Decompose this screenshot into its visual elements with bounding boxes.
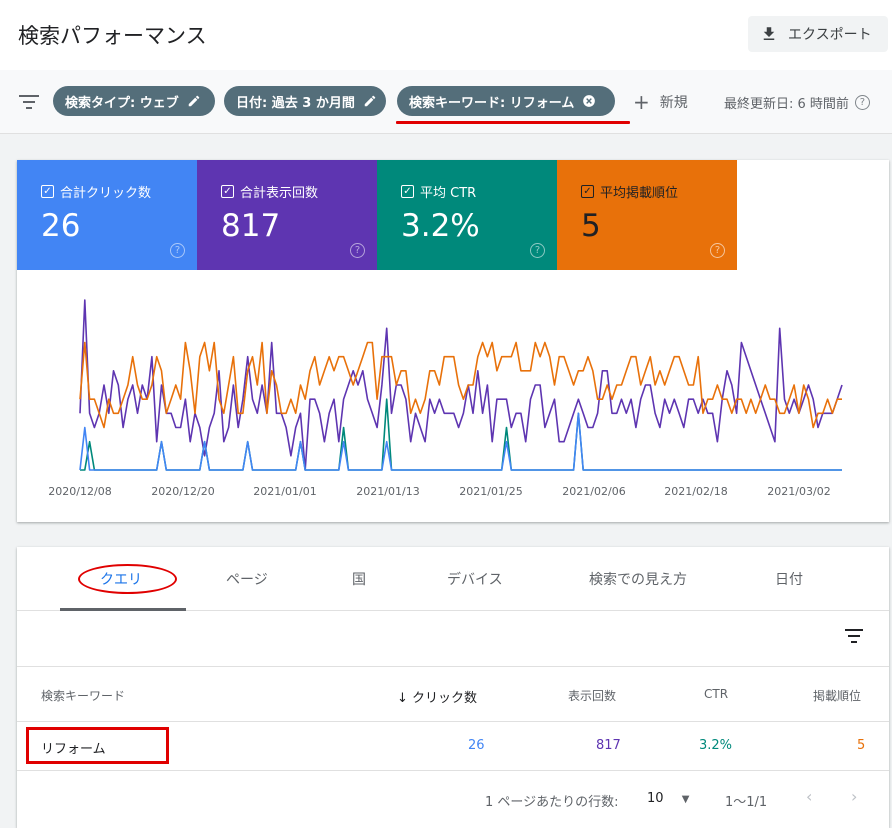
new-label: 新規 <box>659 95 688 111</box>
filter-chip-date[interactable]: 日付: 過去 3 か月間 <box>224 86 386 116</box>
col-header-clicks-label: クリック数 <box>412 691 478 706</box>
col-header-clicks[interactable]: ↓ クリック数 <box>397 687 477 706</box>
help-icon[interactable]: ? <box>854 95 870 110</box>
help-icon[interactable]: ? <box>710 243 725 258</box>
download-icon <box>763 27 775 40</box>
x-tick-label: 2021/02/06 <box>562 485 625 498</box>
active-tab-indicator <box>60 608 186 611</box>
metric-label: ✓ 平均掲載順位 <box>581 182 678 201</box>
tab-countries[interactable]: 国 <box>352 569 366 589</box>
tab-devices[interactable]: デバイス <box>447 569 503 589</box>
metric-label: ✓ 合計表示回数 <box>221 182 318 201</box>
export-button[interactable]: エクスポート <box>748 16 888 52</box>
page-title: 検索パフォーマンス <box>18 24 207 48</box>
col-header-position[interactable]: 掲載順位 <box>813 687 861 704</box>
filter-bar: 検索タイプ: ウェブ 日付: 過去 3 か月間 検索キーワード: リフォーム +… <box>0 70 892 134</box>
next-page-icon[interactable]: › <box>851 787 857 806</box>
metric-value: 3.2% <box>401 208 480 244</box>
metric-ctr[interactable]: ✓ 平均 CTR 3.2% ? <box>377 160 557 270</box>
metric-impressions[interactable]: ✓ 合計表示回数 817 ? <box>197 160 377 270</box>
edit-icon[interactable] <box>187 94 201 108</box>
x-tick-label: 2020/12/08 <box>48 485 111 498</box>
performance-card: ✓ 合計クリック数 26 ? ✓ 合計表示回数 817 ? ✓ 平均 CTR 3.2%… <box>17 160 889 522</box>
filter-chip-query[interactable]: 検索キーワード: リフォーム <box>397 86 615 116</box>
new-filter-button[interactable]: + 新規 <box>633 92 688 112</box>
rows-per-page-label: 1 ページあたりの行数: <box>485 795 619 810</box>
col-header-impressions[interactable]: 表示回数 <box>568 687 616 704</box>
metric-value: 817 <box>221 208 281 244</box>
x-tick-label: 2021/02/18 <box>664 485 727 498</box>
metric-label: ✓ 合計クリック数 <box>41 182 151 201</box>
checkbox-icon[interactable]: ✓ <box>581 185 594 198</box>
tab-pages[interactable]: ページ <box>226 569 268 589</box>
cell-ctr: 3.2% <box>699 738 733 753</box>
filter-chip-search-type[interactable]: 検索タイプ: ウェブ <box>53 86 215 116</box>
table-card: クエリ ページ 国 デバイス 検索での見え方 日付 検索キーワード ↓ クリック… <box>17 547 889 828</box>
prev-page-icon[interactable]: ‹ <box>806 787 812 806</box>
metric-value: 26 <box>41 208 81 244</box>
help-icon[interactable]: ? <box>530 243 545 258</box>
pagination: 1 ページあたりの行数: 10 ▼ 1〜1/1 ‹ › <box>17 771 889 828</box>
highlight-ellipse <box>78 564 177 594</box>
tab-dates[interactable]: 日付 <box>775 569 803 589</box>
checkbox-icon[interactable]: ✓ <box>401 185 414 198</box>
metric-label-text: 平均掲載順位 <box>600 186 679 201</box>
tab-search-appearance[interactable]: 検索での見え方 <box>589 569 687 589</box>
col-header-ctr[interactable]: CTR <box>704 687 728 701</box>
edit-icon[interactable] <box>363 94 377 108</box>
sort-arrow-icon: ↓ <box>397 691 408 706</box>
metric-label: ✓ 平均 CTR <box>401 182 476 201</box>
checkbox-icon[interactable]: ✓ <box>41 185 54 198</box>
filter-icon[interactable] <box>18 93 40 111</box>
highlight-underline <box>396 121 630 124</box>
help-icon[interactable]: ? <box>350 243 365 258</box>
x-tick-label: 2021/01/13 <box>356 485 419 498</box>
export-label: エクスポート <box>788 27 872 43</box>
series-line-0 <box>79 299 843 471</box>
plus-icon: + <box>633 90 650 114</box>
col-header-query[interactable]: 検索キーワード <box>41 687 125 704</box>
metric-value: 5 <box>581 208 601 244</box>
table-header: 検索キーワード ↓ クリック数 表示回数 CTR 掲載順位 <box>17 666 889 722</box>
cell-clicks: 26 <box>468 738 485 753</box>
metric-label-text: 平均 CTR <box>420 186 477 201</box>
page-range: 1〜1/1 <box>725 795 768 810</box>
metric-clicks[interactable]: ✓ 合計クリック数 26 ? <box>17 160 197 270</box>
help-icon[interactable]: ? <box>170 243 185 258</box>
tab-bar: クエリ ページ 国 デバイス 検索での見え方 日付 <box>17 547 889 611</box>
chip-label: 検索タイプ: ウェブ <box>65 95 179 111</box>
metric-label-text: 合計クリック数 <box>60 186 152 201</box>
x-tick-label: 2021/01/01 <box>253 485 316 498</box>
cell-impressions: 817 <box>596 738 621 753</box>
x-tick-label: 2020/12/20 <box>151 485 214 498</box>
checkbox-icon[interactable]: ✓ <box>221 185 234 198</box>
chip-label: 検索キーワード: リフォーム <box>409 95 575 111</box>
chip-label: 日付: 過去 3 か月間 <box>236 95 355 111</box>
remove-icon[interactable] <box>582 94 596 108</box>
last-updated-text: 最終更新日: 6 時間前 <box>724 97 849 112</box>
last-updated: 最終更新日: 6 時間前 ? <box>724 93 870 112</box>
rows-per-page-select[interactable]: 10 ▼ <box>647 791 689 806</box>
x-tick-label: 2021/03/02 <box>767 485 830 498</box>
highlight-box <box>26 727 169 764</box>
x-tick-label: 2021/01/25 <box>459 485 522 498</box>
metric-label-text: 合計表示回数 <box>240 186 319 201</box>
header-bar: 検索パフォーマンス エクスポート <box>0 0 892 70</box>
performance-chart: 2020/12/08 2020/12/20 2021/01/01 2021/01/13… <box>48 299 843 498</box>
cell-position: 5 <box>857 738 866 753</box>
table-filter-icon[interactable] <box>845 629 863 643</box>
rows-per-page-value: 10 <box>647 791 664 806</box>
metric-position[interactable]: ✓ 平均掲載順位 5 ? <box>557 160 737 270</box>
dropdown-arrow-icon: ▼ <box>681 794 690 805</box>
